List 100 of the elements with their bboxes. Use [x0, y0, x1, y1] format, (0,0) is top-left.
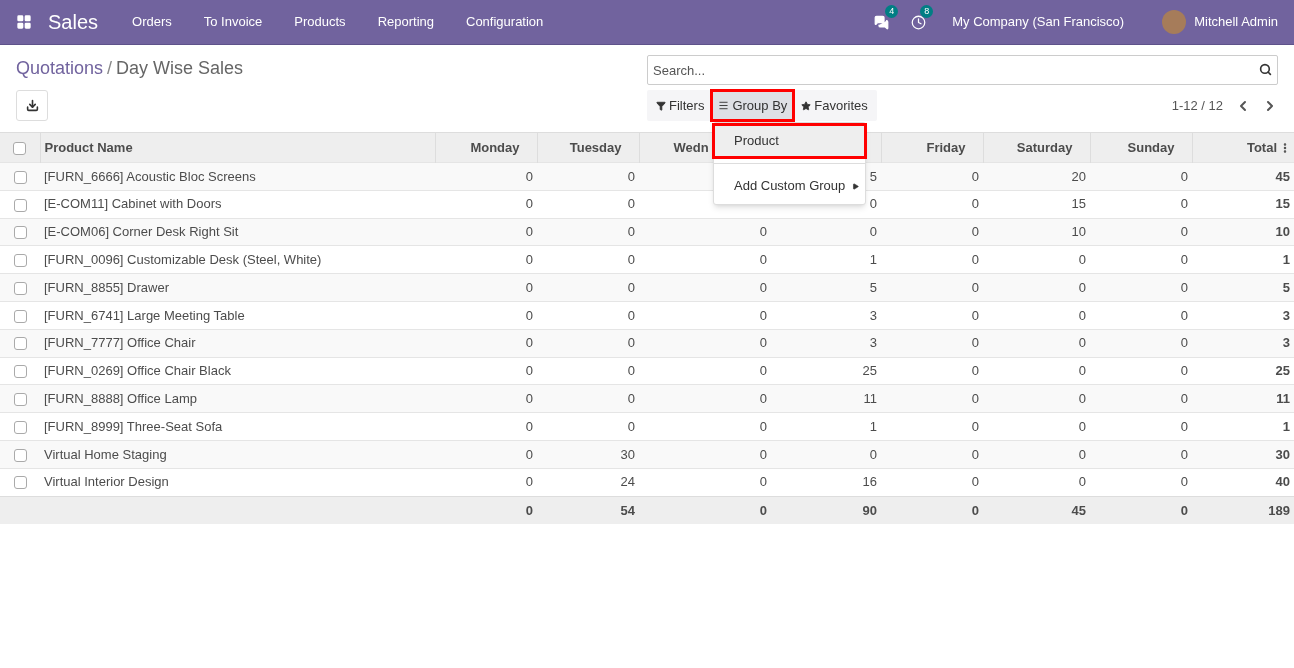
clock-icon[interactable] [911, 14, 927, 30]
checkbox[interactable] [13, 170, 27, 184]
download-button[interactable] [16, 90, 48, 121]
filter-button[interactable]: Group By [711, 90, 795, 121]
table-cell: 0 [1078, 474, 1086, 490]
table-row[interactable]: [FURN_6741] Large Meeting Table 0 0 0 3 0 0 0 3 [0, 301, 1294, 330]
checkbox[interactable] [13, 309, 27, 323]
row-total: 11 [1276, 391, 1290, 406]
table-cell: 0 [1078, 363, 1086, 379]
column-header[interactable]: Friday [926, 139, 966, 155]
table-row[interactable]: [FURN_8999] Three-Seat Sofa 0 0 0 1 0 0 0 1 [0, 412, 1294, 441]
column-sum: 45 [1071, 502, 1086, 518]
table-row[interactable]: [E-COM11] Cabinet with Doors 0 0 0 0 15 0 15 [0, 190, 1294, 219]
table-cell: 0 [759, 307, 767, 323]
table-cell: 0 [525, 224, 533, 240]
download-icon [25, 99, 39, 112]
user-name[interactable]: Mitchell Admin [1194, 12, 1278, 32]
table-cell: 3 [869, 335, 877, 351]
apps-menu-icon[interactable] [16, 14, 32, 30]
table-cell: 0 [759, 335, 767, 351]
table-cell: 20 [1071, 168, 1086, 184]
checkbox[interactable] [13, 226, 27, 240]
menu-item[interactable]: Reporting [361, 12, 450, 32]
table-cell: 0 [1078, 279, 1086, 295]
dropdown-item[interactable]: Product [714, 125, 865, 157]
table-cell: 0 [971, 391, 979, 406]
table-cell: 30 [620, 446, 635, 462]
table-cell: 0 [627, 279, 635, 295]
table-cell: 0 [525, 363, 533, 379]
checkbox[interactable] [13, 198, 27, 212]
menu-item[interactable]: To Invoice [187, 12, 279, 32]
table-row[interactable]: [FURN_0269] Office Chair Black 0 0 0 25 0 0 0 25 [0, 357, 1294, 385]
filter-button[interactable]: Filters [649, 90, 712, 121]
company-switcher[interactable]: My Company (San Francisco) [952, 12, 1125, 32]
table-row[interactable]: Virtual Home Staging 0 30 0 0 0 0 0 30 [0, 440, 1294, 469]
product-name: [E-COM06] Corner Desk Right Sit [44, 224, 239, 240]
column-header[interactable]: Total [1246, 139, 1277, 155]
checkbox[interactable] [13, 448, 27, 462]
table-cell: 3 [869, 307, 877, 323]
checkbox[interactable] [13, 420, 27, 434]
column-sum: 0 [759, 502, 767, 518]
table-cell: 0 [971, 446, 979, 462]
product-name: Virtual Interior Design [44, 474, 169, 490]
checkbox[interactable] [13, 281, 27, 295]
table-cell: 0 [1180, 446, 1188, 462]
table-cell: 1 [869, 418, 877, 434]
product-name: [FURN_0096] Customizable Desk (Steel, White) [44, 252, 322, 268]
table-cell: 0 [1180, 224, 1188, 240]
menu-item[interactable]: Products [278, 12, 362, 32]
column-header[interactable]: Sunday [1127, 139, 1175, 155]
product-name: [FURN_7777] Office Chair [44, 335, 196, 351]
table-cell: 0 [525, 196, 533, 212]
breadcrumb-link[interactable]: Quotations [16, 55, 104, 82]
app-name[interactable]: Sales [48, 7, 99, 37]
checkbox[interactable] [13, 254, 27, 268]
table-cell: 0 [525, 307, 533, 323]
table-cell: 0 [1180, 418, 1188, 434]
menu-item[interactable]: Configuration [450, 12, 560, 32]
filter-button[interactable]: Favorites [794, 90, 875, 121]
table-cell: 0 [627, 168, 635, 184]
column-header[interactable]: Tuesday [569, 139, 622, 155]
table-row[interactable]: [FURN_7777] Office Chair 0 0 0 3 0 0 0 3 [0, 329, 1294, 358]
column-sum: 54 [620, 502, 635, 518]
column-header[interactable]: Product Name [44, 139, 133, 155]
column-header[interactable]: Monday [470, 139, 520, 155]
checkbox[interactable] [13, 365, 27, 379]
table-cell: 15 [1071, 196, 1086, 212]
messages-icon[interactable] [874, 14, 890, 30]
column-header[interactable]: Wedn [673, 139, 709, 155]
row-total: 30 [1275, 446, 1290, 462]
table-cell: 0 [627, 363, 635, 379]
table-cell: 0 [971, 196, 979, 212]
table-cell: 24 [620, 474, 635, 490]
table-cell: 0 [525, 252, 533, 268]
search-icon[interactable] [1259, 63, 1272, 76]
checkbox[interactable] [13, 476, 27, 490]
table-cell: 0 [627, 335, 635, 351]
table-cell: 0 [627, 391, 635, 406]
row-total: 40 [1275, 474, 1290, 490]
menu-item[interactable]: Orders [116, 12, 188, 32]
user-avatar[interactable] [1162, 10, 1187, 34]
checkbox[interactable] [13, 337, 27, 351]
column-sum: 0 [525, 502, 533, 518]
table-cell: 0 [1180, 307, 1188, 323]
search-field[interactable]: Search... [647, 55, 1278, 85]
table-row[interactable]: [FURN_0096] Customizable Desk (Steel, White) 0 0 0 1 0 0 0 1 [0, 245, 1294, 274]
table-row[interactable]: [E-COM06] Corner Desk Right Sit 0 0 0 0 0 10 0 10 [0, 218, 1294, 246]
checkbox[interactable] [13, 393, 27, 407]
row-total: 45 [1275, 168, 1290, 184]
product-name: [FURN_0269] Office Chair Black [44, 363, 231, 379]
column-header[interactable]: Saturday [1016, 139, 1073, 155]
table-cell: 0 [1180, 279, 1188, 295]
table-row[interactable]: [FURN_8888] Office Lamp 0 0 0 11 0 0 0 11 [0, 384, 1294, 413]
checkbox[interactable] [13, 141, 27, 155]
table-row[interactable]: Virtual Interior Design 0 24 0 16 0 0 0 40 [0, 468, 1294, 497]
table-row[interactable]: [FURN_8855] Drawer 0 0 0 5 0 0 0 5 [0, 273, 1294, 302]
table-cell: 0 [971, 363, 979, 379]
table-cell: 11 [863, 391, 877, 406]
table-cell: 5 [869, 279, 877, 295]
table-cell: 0 [627, 418, 635, 434]
